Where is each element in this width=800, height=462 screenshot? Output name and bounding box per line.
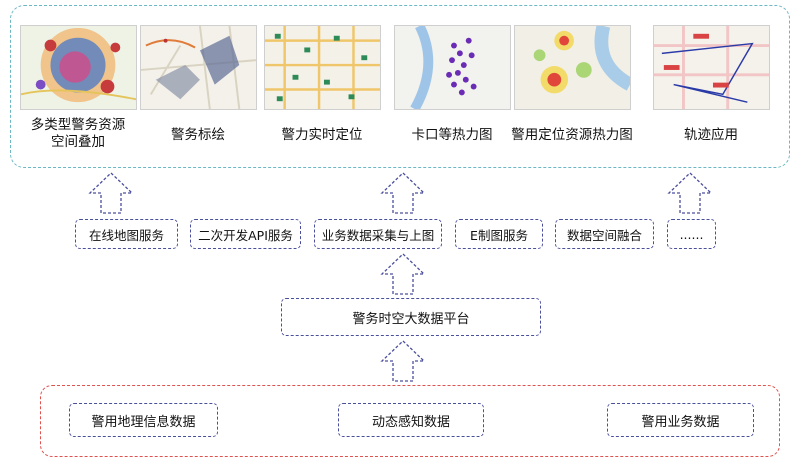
service-data-collection: 业务数据采集与上图 <box>314 219 442 249</box>
source-dynamic-sensing: 动态感知数据 <box>338 403 484 437</box>
arrow-up-sources <box>380 339 426 383</box>
service-data-fusion: 数据空间融合 <box>555 219 654 249</box>
thumbnail-police-plotting <box>140 25 257 110</box>
app-label-resource-overlay: 多类型警务资源 空间叠加 <box>30 117 126 150</box>
thumbnail-trajectory <box>653 25 770 110</box>
service-api: 二次开发API服务 <box>190 219 301 249</box>
thumbnail-resource-overlay <box>20 25 137 110</box>
thumbnail-resource-heatmap <box>514 25 631 110</box>
arrow-up-left <box>88 171 134 215</box>
source-business-data: 警用业务数据 <box>607 403 754 437</box>
app-label-resource-heatmap: 警用定位资源热力图 <box>511 127 633 143</box>
big-data-platform: 警务时空大数据平台 <box>281 298 541 336</box>
service-online-map: 在线地图服务 <box>75 219 178 249</box>
arrow-up-platform <box>380 252 426 296</box>
thumbnail-checkpoint-heatmap <box>394 25 511 110</box>
service-e-mapping: E制图服务 <box>455 219 543 249</box>
thumbnail-realtime-positioning <box>264 25 381 110</box>
source-geo-info: 警用地理信息数据 <box>69 403 218 437</box>
app-label-police-plotting: 警务标绘 <box>171 127 225 143</box>
app-label-realtime-positioning: 警力实时定位 <box>281 127 363 143</box>
arrow-up-right <box>667 171 713 215</box>
service-more: ...... <box>667 219 716 249</box>
arrow-up-center <box>380 171 426 215</box>
app-label-trajectory: 轨迹应用 <box>684 127 738 143</box>
